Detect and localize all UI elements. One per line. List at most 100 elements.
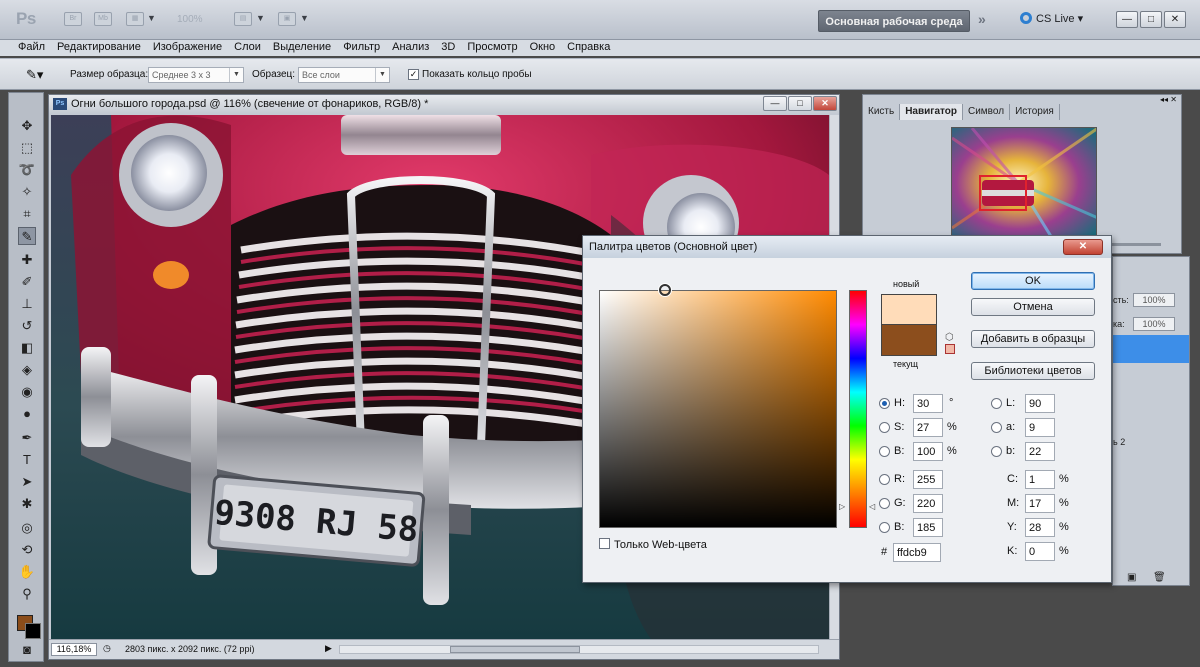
minimize-icon[interactable]: — [1116,11,1138,28]
hue-field[interactable]: 30 [913,394,943,413]
red-field[interactable]: 255 [913,470,943,489]
menu-select[interactable]: Выделение [273,40,337,56]
menu-filter[interactable]: Фильтр [343,40,386,56]
current-color-swatch[interactable] [881,324,937,356]
cs-live-button[interactable]: CS Live ▾ [1020,12,1083,25]
opacity-field[interactable]: 100% [1133,293,1175,307]
zoom-level[interactable]: 100% [177,14,203,25]
play-icon[interactable]: ▶ [325,643,332,654]
menu-analysis[interactable]: Анализ [392,40,435,56]
eyedropper-icon[interactable]: ✎▾ [26,67,43,83]
green-field[interactable]: 220 [913,494,943,513]
shape-tool-icon[interactable]: ✱ [18,495,36,513]
dialog-title-bar[interactable]: Палитра цветов (Основной цвет) [583,236,1111,258]
blue-radio[interactable] [879,522,890,533]
cancel-button[interactable]: Отмена [971,298,1095,316]
close-icon[interactable]: ✕ [1164,11,1186,28]
brightness-field[interactable]: 100 [913,442,943,461]
sample-size-select[interactable]: Среднее 3 x 3 ▼ [148,67,244,83]
blur-tool-icon[interactable]: ◉ [18,383,36,401]
status-info-icon[interactable]: ◷ [103,643,111,654]
history-brush-tool-icon[interactable]: ↺ [18,317,36,335]
menu-3d[interactable]: 3D [441,40,461,56]
zoom-tool-icon[interactable]: ⚲ [18,585,36,603]
lab-a-radio[interactable] [991,422,1002,433]
menu-help[interactable]: Справка [567,40,616,56]
web-colors-only[interactable]: Только Web-цвета [599,538,707,551]
hue-radio[interactable] [879,398,890,409]
bridge-icon[interactable]: Br [64,12,82,26]
menu-edit[interactable]: Редактирование [57,40,147,56]
move-tool-icon[interactable]: ✥ [18,117,36,135]
lasso-tool-icon[interactable]: ➰ [18,161,36,179]
sample-select[interactable]: Все слои ▼ [298,67,390,83]
lab-l-field[interactable]: 90 [1025,394,1055,413]
brush-tool-icon[interactable]: ✐ [18,273,36,291]
delete-layer-icon[interactable]: 🗑 [1153,572,1166,583]
hue-slider-left-arrow-icon[interactable]: ▷ [839,502,845,511]
workspace-button[interactable]: Основная рабочая среда [818,10,970,32]
quick-select-tool-icon[interactable]: ✧ [18,183,36,201]
hue-slider[interactable] [849,290,867,528]
chevron-down-icon[interactable]: ▼ [147,13,156,23]
menu-layers[interactable]: Слои [234,40,267,56]
tab-history[interactable]: История [1010,104,1060,120]
lab-b-field[interactable]: 22 [1025,442,1055,461]
color-libraries-button[interactable]: Библиотеки цветов [971,362,1095,380]
3d-rotate-tool-icon[interactable]: ◎ [18,519,36,537]
yellow-field[interactable]: 28 [1025,518,1055,537]
layer-name[interactable]: ь 2 [1113,437,1125,447]
close-icon[interactable]: ✕ [1063,239,1103,255]
eraser-tool-icon[interactable]: ◧ [18,339,36,357]
green-radio[interactable] [879,498,890,509]
add-to-swatches-button[interactable]: Добавить в образцы [971,330,1095,348]
new-layer-icon[interactable]: ▣ [1127,572,1136,583]
marquee-tool-icon[interactable]: ⬚ [18,139,36,157]
chevron-down-icon[interactable]: ▼ [300,13,309,23]
extras-icon[interactable]: ▦ [126,12,144,26]
menu-window[interactable]: Окно [530,40,562,56]
crop-tool-icon[interactable]: ⌗ [18,205,36,223]
magenta-field[interactable]: 17 [1025,494,1055,513]
color-picker-ring[interactable] [659,284,671,296]
tab-navigator[interactable]: Навигатор [900,104,963,120]
healing-tool-icon[interactable]: ✚ [18,251,36,269]
maximize-icon[interactable]: □ [1140,11,1162,28]
cyan-field[interactable]: 1 [1025,470,1055,489]
hue-slider-right-arrow-icon[interactable]: ◁ [869,502,875,511]
mini-bridge-icon[interactable]: Mb [94,12,112,26]
lab-a-field[interactable]: 9 [1025,418,1055,437]
red-radio[interactable] [879,474,890,485]
path-select-tool-icon[interactable]: ➤ [18,473,36,491]
color-field[interactable] [599,284,837,528]
black-field[interactable]: 0 [1025,542,1055,561]
document-title-bar[interactable]: Ps Огни большого города.psd @ 116% (свеч… [49,95,839,113]
scroll-thumb[interactable] [450,646,580,653]
zoom-field[interactable]: 116,18% [51,643,97,656]
lab-l-radio[interactable] [991,398,1002,409]
hand-tool-icon[interactable]: ✋ [18,563,36,581]
out-of-gamut-icon[interactable]: ⬡ [945,332,954,343]
tab-brush[interactable]: Кисть [863,104,901,120]
3d-orbit-tool-icon[interactable]: ⟲ [18,541,36,559]
gradient-tool-icon[interactable]: ◈ [18,361,36,379]
web-colors-checkbox[interactable] [599,538,610,549]
stamp-tool-icon[interactable]: ⊥ [18,295,36,313]
brightness-radio[interactable] [879,446,890,457]
saturation-field[interactable]: 27 [913,418,943,437]
menu-image[interactable]: Изображение [153,40,228,56]
collapse-icon[interactable]: ◂◂ ✕ [1160,95,1177,104]
lab-b-radio[interactable] [991,446,1002,457]
arrange-documents-icon[interactable]: ▤ [234,12,252,26]
horizontal-scrollbar[interactable] [339,645,819,654]
fill-field[interactable]: 100% [1133,317,1175,331]
selected-layer-row[interactable] [1113,335,1189,363]
menu-view[interactable]: Просмотр [467,40,523,56]
close-icon[interactable]: ✕ [813,96,837,111]
web-color-swatch[interactable] [945,344,955,354]
menu-file[interactable]: Файл [18,40,51,56]
screen-mode-icon[interactable]: ▣ [278,12,296,26]
tab-character[interactable]: Символ [963,104,1011,120]
pen-tool-icon[interactable]: ✒ [18,429,36,447]
type-tool-icon[interactable]: T [18,451,36,469]
